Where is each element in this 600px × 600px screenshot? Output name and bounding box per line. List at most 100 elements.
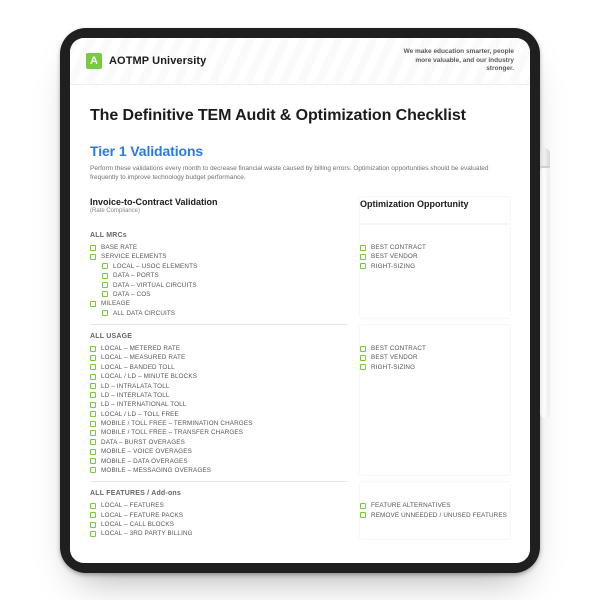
checkbox-icon[interactable]	[90, 374, 96, 380]
checklist-item: DATA – BURST OVERAGES	[90, 438, 348, 447]
checklist-item: LOCAL – MEASURED RATE	[90, 353, 348, 362]
checklist-item-label: LOCAL – CALL BLOCKS	[101, 521, 174, 528]
checklist-item: LOCAL – METERED RATE	[90, 344, 348, 353]
checklist-item: MOBILE / TOLL FREE – TRANSFER CHARGES	[90, 428, 348, 437]
checklist-item: LOCAL – FEATURES	[90, 501, 348, 510]
checkbox-icon[interactable]	[90, 383, 96, 389]
checklist-item: LD – INTERNATIONAL TOLL	[90, 400, 348, 409]
checkbox-icon[interactable]	[360, 346, 366, 352]
checkbox-icon[interactable]	[90, 364, 96, 370]
checkbox-icon[interactable]	[360, 245, 366, 251]
stage: A AOTMP University We make education sma…	[0, 0, 600, 600]
checkbox-icon[interactable]	[102, 273, 108, 279]
section-right: FEATURE ALTERNATIVESREMOVE UNNEEDED / UN…	[360, 482, 510, 539]
checklist-item-label: LD – INTERNATIONAL TOLL	[101, 401, 186, 408]
checkbox-icon[interactable]	[360, 355, 366, 361]
checkbox-icon[interactable]	[102, 263, 108, 269]
checkbox-icon[interactable]	[360, 364, 366, 370]
stylus-icon	[540, 148, 550, 418]
checklist-item: LOCAL – BANDED TOLL	[90, 363, 348, 372]
checklist-item-label: ALL DATA CIRCUITS	[113, 310, 175, 317]
opportunity-item: BEST CONTRACT	[360, 243, 510, 252]
checklist-item: MOBILE – DATA OVERAGES	[90, 456, 348, 465]
checkbox-icon[interactable]	[90, 430, 96, 436]
checklist-item-label: LOCAL / LD – TOLL FREE	[101, 411, 179, 418]
checklist-item: DATA – COS	[90, 290, 348, 299]
checkbox-icon[interactable]	[90, 512, 96, 518]
opportunity-item: RIGHT-SIZING	[360, 262, 510, 271]
checkbox-icon[interactable]	[90, 245, 96, 251]
checkbox-icon[interactable]	[90, 301, 96, 307]
checklist-item-label: LOCAL – BANDED TOLL	[101, 364, 175, 371]
document-header: A AOTMP University We make education sma…	[70, 38, 530, 85]
section-row: ALL FEATURES / Add-onsLOCAL – FEATURESLO…	[90, 482, 510, 539]
checklist-item-label: LOCAL – FEATURE PACKS	[101, 512, 183, 519]
section-left: ALL FEATURES / Add-onsLOCAL – FEATURESLO…	[90, 482, 348, 539]
checkbox-icon[interactable]	[90, 254, 96, 260]
checkbox-icon[interactable]	[90, 346, 96, 352]
checkbox-icon[interactable]	[360, 512, 366, 518]
checklist-item: MILEAGE	[90, 299, 348, 308]
checkbox-icon[interactable]	[90, 467, 96, 473]
checkbox-icon[interactable]	[102, 310, 108, 316]
checkbox-icon[interactable]	[90, 355, 96, 361]
checkbox-icon[interactable]	[90, 439, 96, 445]
opportunity-item: RIGHT-SIZING	[360, 363, 510, 372]
checklist-item-label: LOCAL – USOC ELEMENTS	[113, 263, 197, 270]
checklist-item-label: BASE RATE	[101, 244, 137, 251]
left-column-heading: Invoice-to-Contract Validation	[90, 197, 348, 207]
section-right: BEST CONTRACTBEST VENDOR RIGHT-SIZING	[360, 224, 510, 318]
checkbox-icon[interactable]	[90, 531, 96, 537]
checklist-item: LOCAL – 3RD PARTY BILLING	[90, 529, 348, 538]
opportunity-item-label: BEST CONTRACT	[371, 244, 426, 251]
checklist-item-label: LOCAL – FEATURES	[101, 502, 164, 509]
checkbox-icon[interactable]	[102, 282, 108, 288]
checklist-item: DATA – VIRTUAL CIRCUITS	[90, 280, 348, 289]
checklist-item-label: DATA – PORTS	[113, 272, 159, 279]
checklist-item-label: MOBILE – MESSAGING OVERAGES	[101, 467, 211, 474]
checklist-item-label: DATA – VIRTUAL CIRCUITS	[113, 282, 197, 289]
checklist-item: LOCAL – USOC ELEMENTS	[90, 262, 348, 271]
tablet-frame: A AOTMP University We make education sma…	[60, 28, 540, 573]
right-column-heading: Optimization Opportunity	[360, 197, 510, 219]
brand-logo-letter: A	[90, 55, 98, 67]
checkbox-icon[interactable]	[90, 392, 96, 398]
checklist-item: LOCAL / LD – MINUTE BLOCKS	[90, 372, 348, 381]
section-divider-row	[90, 475, 510, 482]
opportunity-item: REMOVE UNNEEDED / UNUSED FEATURES	[360, 510, 510, 519]
checkbox-icon[interactable]	[90, 421, 96, 427]
checkbox-icon[interactable]	[90, 522, 96, 528]
checkbox-icon[interactable]	[90, 402, 96, 408]
checklist: LOCAL – METERED RATELOCAL – MEASURED RAT…	[90, 344, 348, 475]
checklist-item: MOBILE – VOICE OVERAGES	[90, 447, 348, 456]
opportunity-item-label: BEST CONTRACT	[371, 345, 426, 352]
checklist-item-label: MOBILE / TOLL FREE – TRANSFER CHARGES	[101, 429, 243, 436]
tablet-screen: A AOTMP University We make education sma…	[70, 38, 530, 563]
checkbox-icon[interactable]	[360, 254, 366, 260]
section-right: BEST CONTRACTBEST VENDORRIGHT-SIZING	[360, 325, 510, 475]
divider-spacer	[360, 475, 510, 482]
left-column-subheading: (Rate Compliance)	[90, 208, 348, 214]
brand-tagline: We make education smarter, people more v…	[389, 48, 514, 74]
checkbox-icon[interactable]	[90, 411, 96, 417]
checkbox-icon[interactable]	[102, 291, 108, 297]
checkbox-icon[interactable]	[90, 503, 96, 509]
group-label-spacer	[360, 490, 510, 497]
opportunity-item: BEST VENDOR	[360, 252, 510, 261]
checkbox-icon[interactable]	[90, 458, 96, 464]
section-left: ALL USAGELOCAL – METERED RATELOCAL – MEA…	[90, 325, 348, 475]
group-label-spacer	[360, 333, 510, 340]
checklist-item-label: LOCAL – 3RD PARTY BILLING	[101, 530, 193, 537]
checkbox-icon[interactable]	[360, 503, 366, 509]
checkbox-icon[interactable]	[360, 263, 366, 269]
section-left: ALL MRCsBASE RATESERVICE ELEMENTSLOCAL –…	[90, 224, 348, 318]
checklist-item-label: LD – INTRALATA TOLL	[101, 383, 170, 390]
checklist-item: LOCAL – FEATURE PACKS	[90, 510, 348, 519]
checklist-item: LD – INTERLATA TOLL	[90, 391, 348, 400]
tier-heading: Tier 1 Validations	[90, 143, 510, 159]
opportunity-item: BEST VENDOR	[360, 353, 510, 362]
checklist-item-label: SERVICE ELEMENTS	[101, 253, 167, 260]
section-row: ALL USAGELOCAL – METERED RATELOCAL – MEA…	[90, 325, 510, 475]
checkbox-icon[interactable]	[90, 449, 96, 455]
opportunity-item-label: RIGHT-SIZING	[371, 263, 415, 270]
